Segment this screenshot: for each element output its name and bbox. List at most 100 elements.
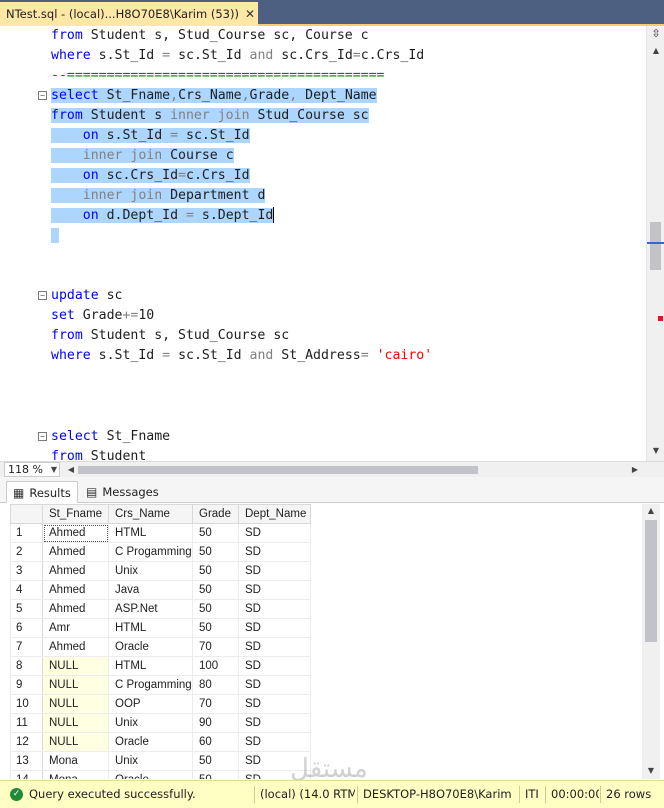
table-cell[interactable]: NULL [42,694,109,714]
results-grid[interactable]: St_Fname Crs_Name Grade Dept_Name 1 Ahmed… [10,504,642,779]
tab-results[interactable]: ▦ Results [6,481,78,503]
row-number-cell[interactable]: 14 [10,770,43,779]
table-cell[interactable]: OOP [108,694,193,714]
table-cell[interactable]: SD [238,542,311,562]
table-row[interactable]: 6 Amr HTML 50 SD [10,618,311,638]
collapse-region-icon[interactable]: − [38,91,47,100]
row-number-cell[interactable]: 1 [10,523,43,543]
scroll-left-arrow-icon[interactable]: ◀ [64,462,78,477]
table-cell[interactable]: Oracle [108,732,193,752]
tab-messages[interactable]: ▤ Messages [80,481,159,503]
table-cell[interactable]: 70 [192,637,239,657]
table-row[interactable]: 13 Mona Unix 50 SD [10,751,311,771]
code-line[interactable]: on sc.Crs_Id=c.Crs_Id [51,166,250,186]
table-cell[interactable]: 50 [192,751,239,771]
table-row[interactable]: 10 NULL OOP 70 SD [10,694,311,714]
table-cell[interactable]: 70 [192,694,239,714]
code-line[interactable]: from Student s, Stud_Course sc [51,326,289,346]
code-line[interactable]: from Student s, Stud_Course sc, Course c [51,26,369,46]
code-line[interactable]: where s.St_Id = sc.St_Id and sc.Crs_Id=c… [51,46,424,66]
code-line[interactable]: set Grade+=10 [51,306,154,326]
table-cell[interactable]: 50 [192,561,239,581]
table-cell[interactable]: SD [238,694,311,714]
collapse-region-icon[interactable]: − [38,432,47,441]
scroll-up-arrow-icon[interactable]: ▲ [642,506,660,515]
table-cell[interactable]: SD [238,523,311,543]
table-cell[interactable]: 100 [192,656,239,676]
table-cell[interactable]: 50 [192,618,239,638]
table-row[interactable]: 5 Ahmed ASP.Net 50 SD [10,599,311,619]
row-number-cell[interactable]: 12 [10,732,43,752]
column-header[interactable]: Dept_Name [238,504,311,524]
table-cell[interactable]: SD [238,599,311,619]
table-cell[interactable]: HTML [108,618,193,638]
table-cell[interactable]: C Progamming [108,542,193,562]
table-cell[interactable]: 90 [192,713,239,733]
table-cell[interactable]: 50 [192,523,239,543]
row-number-cell[interactable]: 6 [10,618,43,638]
code-line[interactable]: select St_Fname,Crs_Name,Grade, Dept_Nam… [51,86,377,106]
table-cell[interactable]: 50 [192,770,239,779]
close-icon[interactable]: ✕ [242,7,258,21]
table-cell[interactable]: Mona [42,751,109,771]
table-cell[interactable]: SD [238,637,311,657]
editor-vertical-scrollbar[interactable]: ⇳ ▲ ▼ [646,26,664,461]
table-cell[interactable]: 50 [192,580,239,600]
table-cell[interactable]: SD [238,675,311,695]
table-cell[interactable]: HTML [108,523,193,543]
row-number-cell[interactable]: 7 [10,637,43,657]
table-cell[interactable]: HTML [108,656,193,676]
table-cell[interactable]: Ahmed [42,580,109,600]
table-cell[interactable]: 80 [192,675,239,695]
table-cell[interactable]: Unix [108,713,193,733]
split-view-icon[interactable]: ⇳ [647,26,664,42]
code-line[interactable]: inner join Course c [51,146,234,166]
table-cell[interactable]: Ahmed [42,542,109,562]
table-cell[interactable]: SD [238,618,311,638]
table-cell[interactable]: NULL [42,713,109,733]
code-line[interactable]: select St_Fname [51,427,170,447]
grid-vertical-scrollbar[interactable]: ▲ ▼ [642,504,660,779]
code-line[interactable]: where s.St_Id = sc.St_Id and St_Address=… [51,346,432,366]
column-header[interactable]: Crs_Name [108,504,193,524]
table-cell[interactable]: C Progamming [108,675,193,695]
scroll-down-arrow-icon[interactable]: ▼ [642,766,660,775]
table-row[interactable]: 4 Ahmed Java 50 SD [10,580,311,600]
table-cell[interactable]: Unix [108,561,193,581]
table-row[interactable]: 1 Ahmed HTML 50 SD [10,523,311,543]
table-row[interactable]: 9 NULL C Progamming 80 SD [10,675,311,695]
scroll-right-arrow-icon[interactable]: ▶ [628,462,642,477]
scroll-up-arrow-icon[interactable]: ▲ [647,44,664,58]
table-cell[interactable]: NULL [42,656,109,676]
table-cell[interactable]: 60 [192,732,239,752]
code-line[interactable]: on s.St_Id = sc.St_Id [51,126,250,146]
row-number-cell[interactable]: 4 [10,580,43,600]
table-cell[interactable]: SD [238,713,311,733]
table-row[interactable]: 14MonaOracle50SD [10,770,311,779]
row-number-cell[interactable]: 10 [10,694,43,714]
zoom-select[interactable]: 118 % ▼ [4,462,60,477]
row-number-cell[interactable]: 3 [10,561,43,581]
table-cell[interactable]: Java [108,580,193,600]
table-row[interactable]: 12 NULL Oracle 60 SD [10,732,311,752]
code-line[interactable]: --======================================… [51,66,384,86]
table-cell[interactable]: NULL [42,675,109,695]
table-cell[interactable]: Mona [42,770,109,779]
document-tab[interactable]: NTest.sql - (local)...H8O70E8\Karim (53)… [0,2,258,26]
row-number-cell[interactable]: 8 [10,656,43,676]
horizontal-scroll-thumb[interactable] [78,466,478,474]
table-cell[interactable]: Oracle [108,637,193,657]
collapse-region-icon[interactable]: − [38,291,47,300]
table-row[interactable]: 11 NULL Unix 90 SD [10,713,311,733]
table-row[interactable]: 3 Ahmed Unix 50 SD [10,561,311,581]
table-cell[interactable]: SD [238,580,311,600]
table-cell[interactable]: ASP.Net [108,599,193,619]
column-header[interactable]: Grade [192,504,239,524]
row-number-cell[interactable]: 2 [10,542,43,562]
row-number-cell[interactable]: 5 [10,599,43,619]
code-line[interactable]: on d.Dept_Id = s.Dept_Id [51,206,275,226]
scroll-down-arrow-icon[interactable]: ▼ [647,444,664,458]
table-cell[interactable]: SD [238,656,311,676]
code-line[interactable]: inner join Department d [51,186,266,206]
code-line[interactable]: update sc [51,286,122,306]
